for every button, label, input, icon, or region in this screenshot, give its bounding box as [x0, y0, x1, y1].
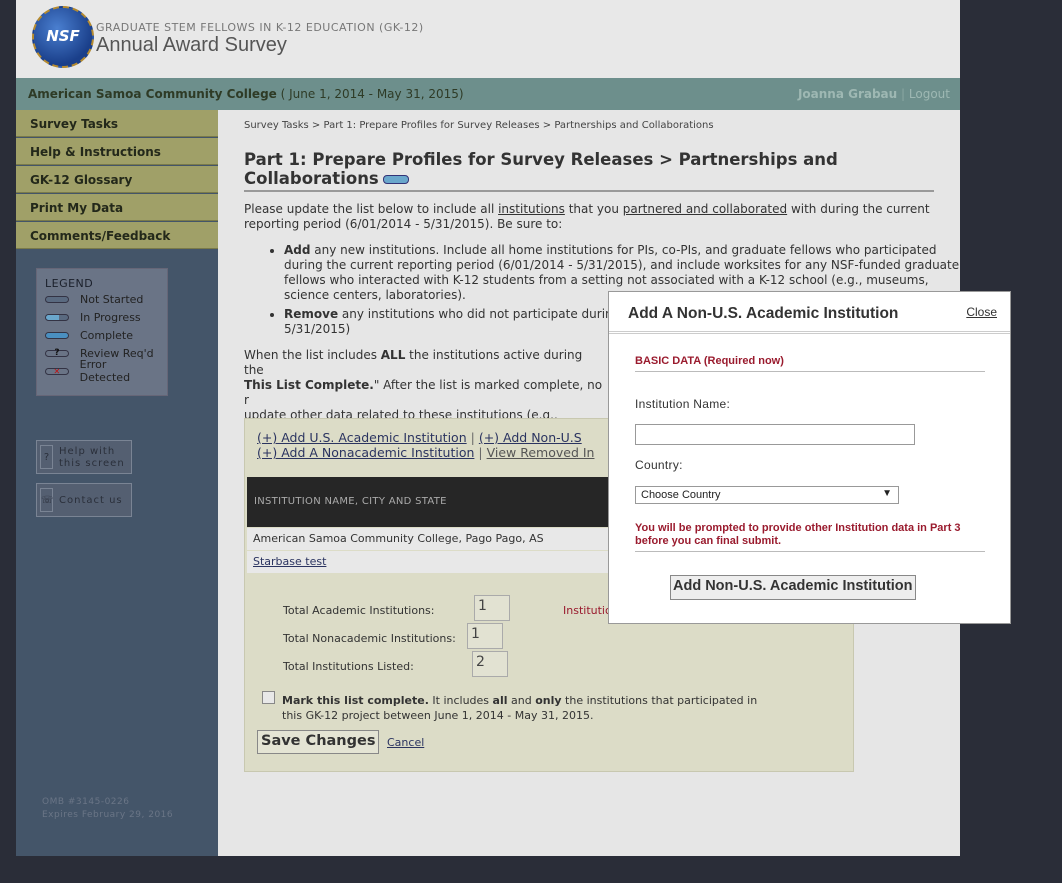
legend-label: Not Started — [80, 292, 144, 306]
view-removed-link[interactable]: View Removed In — [487, 445, 595, 460]
legend-label: In Progress — [80, 310, 141, 324]
logout-link[interactable]: Logout — [909, 87, 950, 101]
error-icon: ✕ — [45, 367, 69, 375]
nav-print-data[interactable]: Print My Data — [16, 194, 218, 221]
remove-bold: Remove — [284, 307, 339, 321]
breadcrumb: Survey Tasks > Part 1: Prepare Profiles … — [244, 120, 714, 131]
institution-warning: Institutio — [563, 604, 612, 617]
total-nonacademic-value: 1 — [467, 623, 503, 649]
user-info: Joanna Grabau | Logout — [798, 87, 950, 101]
nsf-logo: NSF — [32, 6, 94, 68]
country-select[interactable]: Choose Country ▼ — [635, 486, 899, 504]
site-header: NSF GRADUATE STEM FELLOWS IN K-12 EDUCAT… — [16, 0, 960, 78]
remove-tail: 5/31/2015) — [284, 322, 351, 336]
legend-item: ✕ Error Detected — [45, 358, 159, 384]
add-institution-button[interactable]: Add Non-U.S. Academic Institution — [670, 575, 916, 600]
page-title: Part 1: Prepare Profiles for Survey Rele… — [244, 150, 934, 192]
nav-help-instructions[interactable]: Help & Instructions — [16, 138, 218, 165]
help-icon: ? — [40, 445, 53, 469]
user-separator: | — [901, 87, 906, 101]
contact-label: Contact us — [59, 495, 123, 506]
nav-survey-tasks[interactable]: Survey Tasks — [16, 110, 218, 137]
page-title-text: Part 1: Prepare Profiles for Survey Rele… — [244, 150, 838, 188]
add-nonacademic-link[interactable]: (+) Add A Nonacademic Institution — [257, 445, 474, 460]
not-started-icon — [45, 295, 69, 303]
site-title: Annual Award Survey — [96, 34, 287, 56]
institutions-link[interactable]: institutions — [498, 202, 565, 216]
add-links: (+) Add U.S. Academic Institution | (+) … — [257, 430, 594, 460]
mark-complete-label: Mark this list complete. It includes all… — [282, 693, 762, 723]
cancel-link[interactable]: Cancel — [387, 736, 424, 749]
omb-info: OMB #3145-0226 Expires February 29, 2016 — [42, 796, 173, 822]
dialog-title: Add A Non-U.S. Academic Institution — [628, 305, 899, 322]
in-progress-icon — [382, 175, 409, 184]
dialog-header: Add A Non-U.S. Academic Institution Clos… — [609, 292, 1010, 334]
mark-bold: Mark this list complete. — [282, 694, 429, 707]
total-listed-label: Total Institutions Listed: — [283, 660, 414, 673]
org-name: American Samoa Community College — [28, 87, 277, 101]
complete-icon — [45, 331, 69, 339]
total-listed-value: 2 — [472, 651, 508, 677]
institution-name-input[interactable] — [635, 424, 915, 445]
legend-title: LEGEND — [45, 277, 94, 290]
intro-b: that you — [564, 202, 623, 216]
legend-item: In Progress — [45, 308, 159, 326]
help-screen-button[interactable]: ? Help with this screen — [36, 440, 132, 474]
total-academic-value: 1 — [474, 595, 510, 621]
omb-number: OMB #3145-0226 — [42, 797, 130, 807]
add-bold: Add — [284, 243, 311, 257]
legend: LEGEND Not Started In Progress Complete … — [36, 268, 168, 396]
nav-comments-feedback[interactable]: Comments/Feedback — [16, 222, 218, 249]
add-non-us-link[interactable]: (+) Add Non-U.S — [479, 430, 582, 445]
link-separator: | — [478, 445, 483, 460]
contact-us-button[interactable]: ☏ Contact us — [36, 483, 132, 517]
total-academic-label: Total Academic Institutions: — [283, 604, 435, 617]
sidebar: Survey Tasks Help & Instructions GK-12 G… — [16, 110, 218, 856]
country-selected: Choose Country — [641, 489, 721, 501]
mark-a: It includes — [428, 694, 493, 707]
site-subtitle: GRADUATE STEM FELLOWS IN K-12 EDUCATION … — [96, 21, 424, 34]
para2-a: When the list includes — [244, 348, 381, 362]
institution-name-label: Institution Name: — [635, 397, 731, 411]
add-non-us-institution-dialog: Add A Non-U.S. Academic Institution Clos… — [608, 291, 1011, 624]
add-us-academic-link[interactable]: (+) Add U.S. Academic Institution — [257, 430, 467, 445]
column-header: INSTITUTION NAME, CITY AND STATE — [254, 496, 447, 507]
legend-item: Not Started — [45, 290, 159, 308]
user-name: Joanna Grabau — [797, 87, 898, 101]
mark-all: all — [492, 694, 508, 707]
in-progress-icon — [45, 313, 69, 321]
partnered-link[interactable]: partnered and collaborated — [623, 202, 787, 216]
intro-text: Please update the list below to include … — [244, 202, 934, 232]
mark-complete-checkbox[interactable] — [262, 691, 275, 704]
section-heading: BASIC DATA (Required now) — [635, 355, 985, 372]
org-info: American Samoa Community College ( June … — [28, 87, 464, 101]
save-changes-button[interactable]: Save Changes — [257, 730, 380, 754]
country-label: Country: — [635, 458, 683, 472]
award-info-bar: American Samoa Community College ( June … — [16, 78, 960, 110]
legend-label: Complete — [80, 328, 134, 342]
nav-glossary[interactable]: GK-12 Glossary — [16, 166, 218, 193]
mark-b: and — [507, 694, 536, 707]
para2-d: This List Complete. — [244, 378, 374, 392]
legend-label: Error Detected — [79, 358, 131, 384]
prompt-note: You will be prompted to provide other In… — [635, 522, 985, 552]
total-nonacademic-label: Total Nonacademic Institutions: — [283, 632, 456, 645]
intro-a: Please update the list below to include … — [244, 202, 499, 216]
link-separator: | — [470, 430, 475, 445]
phone-icon: ☏ — [40, 488, 54, 512]
help-line2: this screen — [59, 458, 125, 469]
review-icon: ? — [45, 348, 69, 357]
legend-item: Complete — [45, 326, 159, 344]
para2-b: ALL — [380, 348, 406, 362]
omb-expires: Expires February 29, 2016 — [42, 810, 174, 820]
chevron-down-icon: ▼ — [882, 488, 892, 499]
award-period: ( June 1, 2014 - May 31, 2015) — [280, 87, 464, 101]
close-button[interactable]: Close — [966, 305, 997, 319]
help-line1: Help with — [59, 446, 116, 457]
mark-only: only — [535, 694, 562, 707]
remove-text: any institutions who did not participate… — [338, 307, 613, 321]
logo-text: NSF — [46, 27, 80, 45]
